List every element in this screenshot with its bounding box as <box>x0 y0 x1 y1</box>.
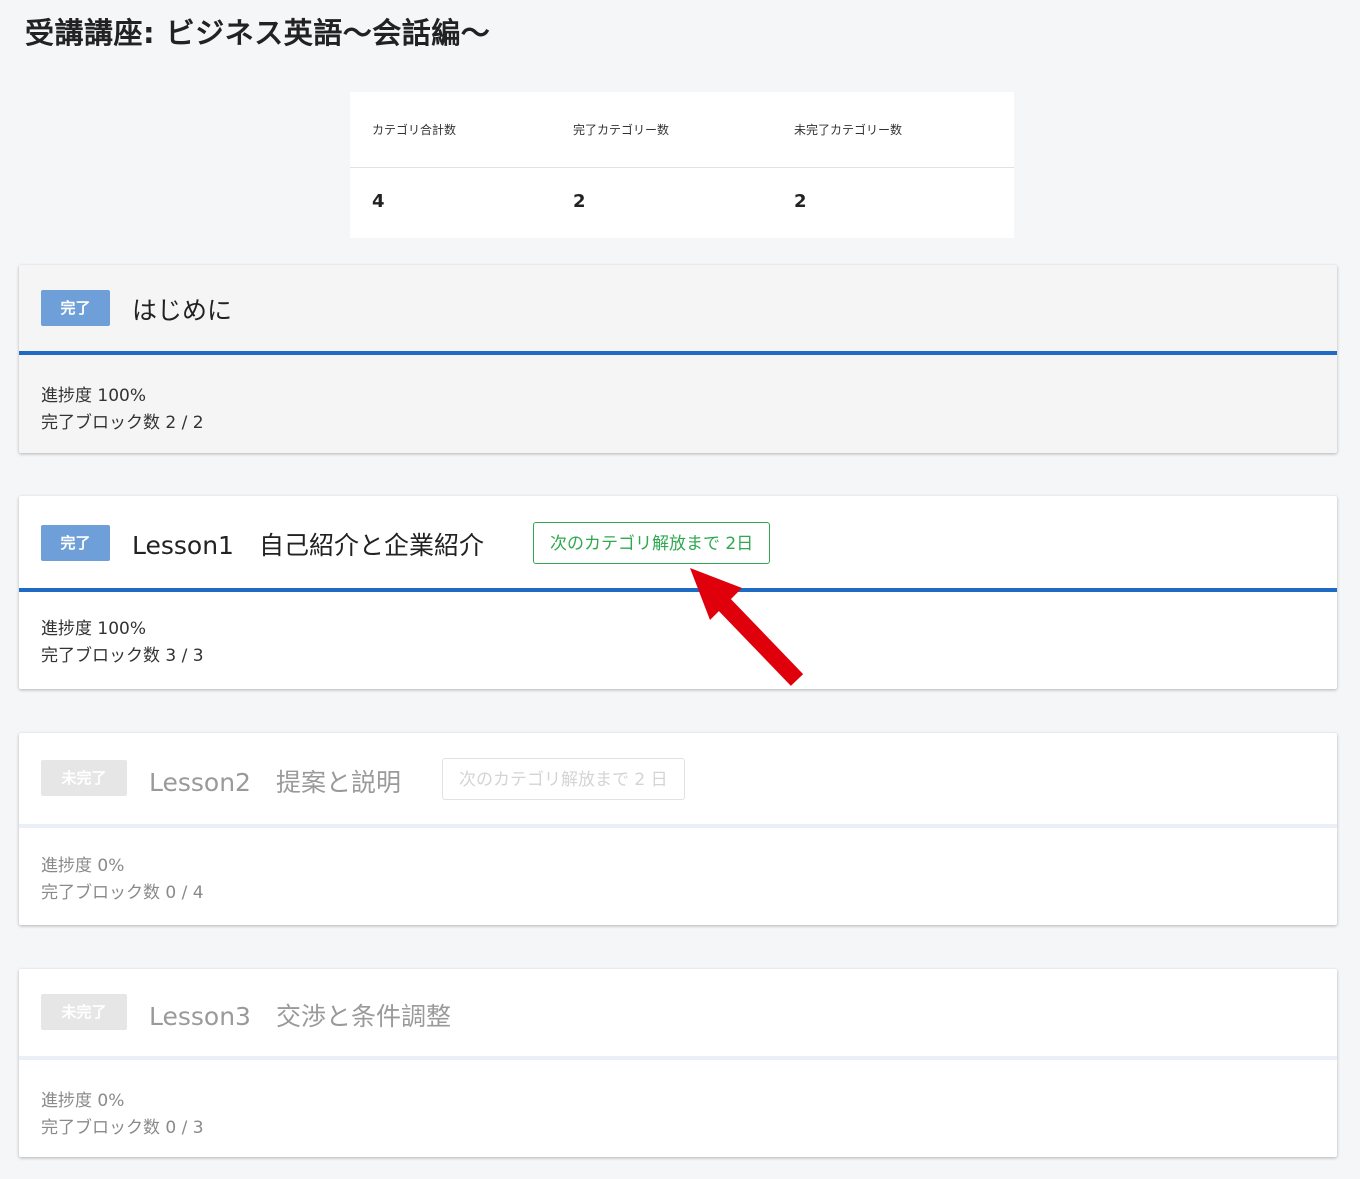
summary-header-total: カテゴリ合計数 <box>372 123 457 137</box>
category-card[interactable]: 未完了 Lesson3 交渉と条件調整 進捗度 0% 完了ブロック数 0 / 3 <box>19 969 1337 1157</box>
summary-value-incomplete: 2 <box>794 191 807 212</box>
summary-value-total: 4 <box>372 191 385 212</box>
status-badge: 未完了 <box>41 760 127 796</box>
category-title[interactable]: Lesson2 提案と説明 <box>149 763 401 799</box>
status-badge: 未完了 <box>41 994 127 1030</box>
category-header[interactable]: 未完了 Lesson2 提案と説明 次のカテゴリ解放まで 2 日 <box>19 733 1337 828</box>
summary-header-completed: 完了カテゴリー数 <box>573 123 670 137</box>
summary-value-completed: 2 <box>573 191 586 212</box>
category-header[interactable]: 完了 Lesson1 自己紹介と企業紹介 次のカテゴリ解放まで 2日 <box>19 496 1337 592</box>
summary-table: カテゴリ合計数 完了カテゴリー数 未完了カテゴリー数 4 2 2 <box>350 92 1014 238</box>
category-header[interactable]: 完了 はじめに <box>19 265 1337 355</box>
summary-value-row: 4 2 2 <box>350 168 1014 238</box>
category-title[interactable]: はじめに <box>132 291 232 327</box>
category-divider <box>19 588 1337 592</box>
category-divider <box>19 824 1337 828</box>
unlock-countdown-badge: 次のカテゴリ解放まで 2日 <box>533 522 771 564</box>
blocks-text: 完了ブロック数 3 / 3 <box>41 646 204 666</box>
status-badge: 完了 <box>41 290 110 326</box>
blocks-text: 完了ブロック数 2 / 2 <box>41 413 204 433</box>
category-card[interactable]: 未完了 Lesson2 提案と説明 次のカテゴリ解放まで 2 日 進捗度 0% … <box>19 733 1337 925</box>
status-badge: 完了 <box>41 525 110 561</box>
unlock-countdown-badge: 次のカテゴリ解放まで 2 日 <box>442 758 685 800</box>
category-divider <box>19 351 1337 355</box>
blocks-text: 完了ブロック数 0 / 4 <box>41 883 204 903</box>
progress-text: 進捗度 100% <box>41 619 147 639</box>
blocks-text: 完了ブロック数 0 / 3 <box>41 1118 204 1138</box>
category-divider <box>19 1056 1337 1060</box>
progress-text: 進捗度 0% <box>41 856 125 876</box>
category-card[interactable]: 完了 はじめに 進捗度 100% 完了ブロック数 2 / 2 <box>19 265 1337 453</box>
category-title[interactable]: Lesson3 交渉と条件調整 <box>149 997 451 1033</box>
progress-text: 進捗度 0% <box>41 1091 125 1111</box>
category-card[interactable]: 完了 Lesson1 自己紹介と企業紹介 次のカテゴリ解放まで 2日 進捗度 1… <box>19 496 1337 689</box>
progress-text: 進捗度 100% <box>41 386 147 406</box>
summary-header-row: カテゴリ合計数 完了カテゴリー数 未完了カテゴリー数 <box>350 92 1014 168</box>
category-title[interactable]: Lesson1 自己紹介と企業紹介 <box>132 526 484 562</box>
category-header[interactable]: 未完了 Lesson3 交渉と条件調整 <box>19 969 1337 1060</box>
page-title: 受講講座: ビジネス英語〜会話編〜 <box>25 16 491 50</box>
summary-header-incomplete: 未完了カテゴリー数 <box>794 123 903 137</box>
